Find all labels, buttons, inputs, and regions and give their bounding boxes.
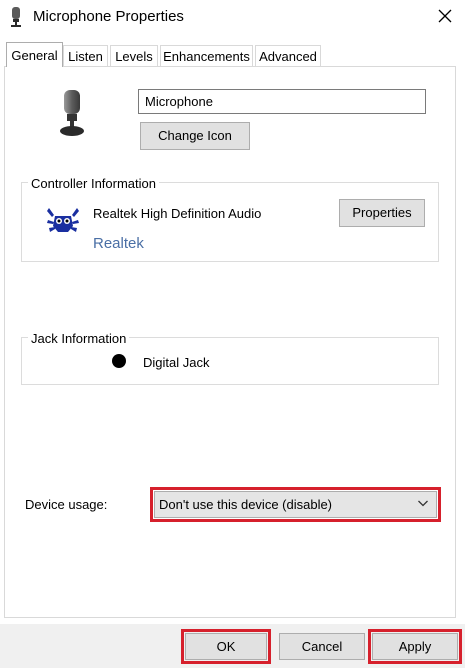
controller-vendor: Realtek [93, 235, 144, 252]
change-icon-button[interactable]: Change Icon [140, 122, 250, 150]
device-name-input[interactable] [138, 89, 426, 114]
controller-properties-button[interactable]: Properties [339, 199, 425, 227]
jack-color-dot [112, 354, 126, 368]
jack-info-legend: Jack Information [28, 331, 130, 346]
tab-listen[interactable]: Listen [63, 45, 108, 66]
close-button[interactable] [432, 3, 458, 29]
tab-enhancements[interactable]: Enhancements [160, 45, 253, 66]
microphone-icon [60, 90, 84, 136]
ok-button[interactable]: OK [185, 633, 267, 660]
microphone-icon [11, 7, 21, 27]
controller-name: Realtek High Definition Audio [93, 206, 262, 221]
controller-info-legend: Controller Information [28, 176, 159, 191]
jack-name: Digital Jack [143, 355, 210, 370]
cancel-button[interactable]: Cancel [279, 633, 365, 660]
realtek-crab-icon [47, 208, 79, 232]
device-usage-dropdown[interactable]: Don't use this device (disable) [154, 491, 437, 518]
window-title: Microphone Properties [33, 8, 184, 25]
apply-button[interactable]: Apply [372, 633, 458, 660]
chevron-down-icon [418, 500, 428, 507]
tab-general[interactable]: General [6, 42, 63, 67]
close-icon [438, 9, 452, 23]
tab-levels[interactable]: Levels [110, 45, 158, 66]
tab-advanced[interactable]: Advanced [255, 45, 321, 66]
device-usage-label: Device usage: [25, 497, 108, 512]
